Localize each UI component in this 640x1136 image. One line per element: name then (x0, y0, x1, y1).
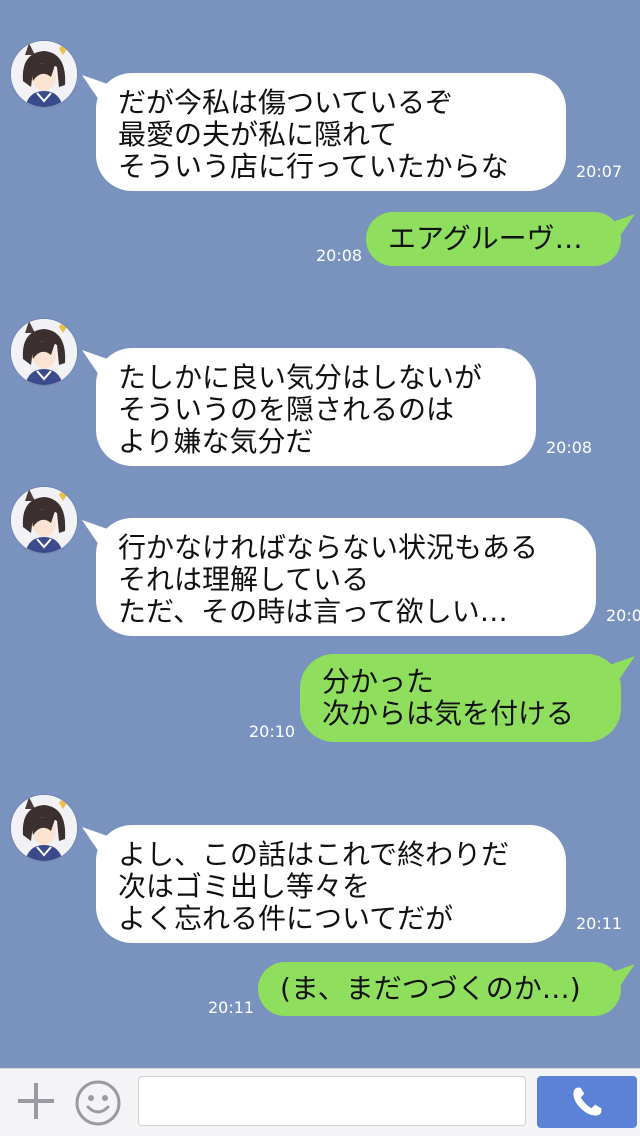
message-time: 20:10 (249, 722, 296, 741)
input-bar (0, 1068, 640, 1136)
message-time: 20:11 (208, 998, 255, 1017)
character-avatar-icon (11, 41, 77, 107)
message-bubble: 分かった 次からは気を付ける (300, 654, 621, 742)
phone-icon (573, 1087, 602, 1116)
smile-icon[interactable] (74, 1079, 122, 1127)
message-bubble: 行かなければならない状況もある それは理解している ただ、その時は言って欲しい… (96, 518, 596, 636)
character-avatar-icon (11, 487, 77, 553)
message-bubble: (ま、まだつづくのか…) (258, 962, 621, 1016)
message-time: 20:08 (316, 246, 363, 265)
call-button[interactable] (537, 1076, 637, 1128)
message-bubble: たしかに良い気分はしないが そういうのを隠されるのは より嫌な気分だ (96, 348, 536, 466)
plus-icon[interactable] (16, 1081, 56, 1121)
message-bubble: だが今私は傷ついているぞ 最愛の夫が私に隠れて そういう店に行っていたからな (96, 73, 566, 191)
avatar[interactable] (10, 794, 78, 862)
avatar[interactable] (10, 486, 78, 554)
avatar[interactable] (10, 318, 78, 386)
message-bubble: よし、この話はこれで終わりだ 次はゴミ出し等々を よく忘れる件についてだが (96, 825, 566, 943)
message-time: 20:07 (576, 162, 623, 181)
character-avatar-icon (11, 319, 77, 385)
message-time: 20:0 (606, 606, 640, 625)
message-time: 20:11 (576, 914, 623, 933)
chat-area: だが今私は傷ついているぞ 最愛の夫が私に隠れて そういう店に行っていたからな 2… (0, 0, 640, 1068)
avatar[interactable] (10, 40, 78, 108)
message-bubble: エアグルーヴ… (366, 212, 621, 266)
message-input[interactable] (138, 1076, 526, 1126)
character-avatar-icon (11, 795, 77, 861)
message-time: 20:08 (546, 438, 593, 457)
